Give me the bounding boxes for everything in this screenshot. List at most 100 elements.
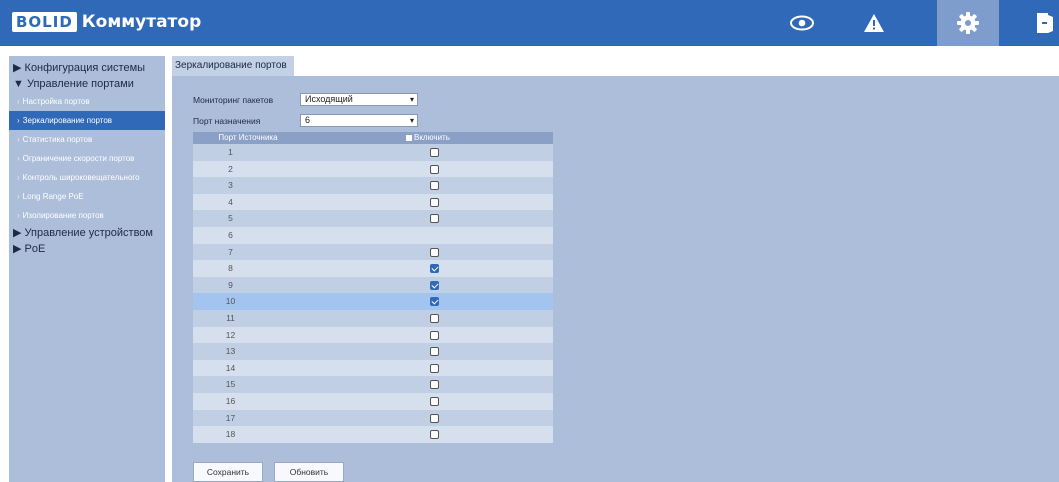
triangle-right-icon: ▶	[13, 243, 22, 255]
table-row: 12	[193, 326, 553, 344]
enable-checkbox[interactable]	[430, 297, 439, 307]
warning-icon[interactable]	[852, 0, 896, 46]
enable-checkbox[interactable]	[430, 148, 439, 157]
enable-checkbox[interactable]	[430, 181, 439, 191]
sidebar-item-port-settings[interactable]: › Настройка портов	[9, 92, 165, 111]
enable-checkbox[interactable]	[430, 313, 439, 323]
col-source-port: Порт Источника	[218, 133, 278, 142]
enable-checkbox[interactable]	[430, 164, 439, 174]
sidebar-item-port-isolation[interactable]: › Изолирование портов	[9, 206, 165, 225]
enable-checkbox	[430, 230, 439, 240]
table-row: 13	[193, 343, 553, 360]
enable-checkbox[interactable]	[430, 430, 439, 440]
mirror-table: Порт Источника Включить 1 2 3 4 5 6 7 8 9 10 11 12 1…	[193, 132, 553, 443]
table-row: 5	[193, 210, 553, 227]
monitoring-select-value: Исходящий	[305, 94, 353, 104]
nav-section-device-management[interactable]: ▶ Управление устройством	[9, 225, 165, 241]
chevron-right-icon: ›	[17, 173, 20, 182]
table-body: 1 2 3 4 5 6 7 8 9 10 11 12 13 14 15 16 17 18	[193, 144, 553, 443]
source-port-number: 14	[225, 362, 236, 373]
nav-section-system-config[interactable]: ▶ Конфигурация системы	[9, 60, 165, 76]
save-button[interactable]: Сохранить	[193, 462, 263, 482]
logo: BOLID Коммутатор	[12, 11, 201, 33]
table-row: 15	[193, 376, 553, 393]
enable-checkbox[interactable]	[430, 280, 439, 290]
source-port-number: 3	[228, 180, 233, 191]
top-bar: BOLID Коммутатор	[0, 0, 1059, 46]
source-port-number: 4	[228, 196, 233, 207]
enable-checkbox[interactable]	[430, 247, 439, 257]
sidebar-item-long-range-poe[interactable]: › Long Range PoE	[9, 187, 165, 206]
chevron-down-icon: ▾	[409, 95, 414, 104]
tab-port-mirroring[interactable]: Зеркалирование портов	[172, 56, 294, 76]
table-row: 2	[193, 160, 553, 178]
source-port-number: 17	[225, 412, 236, 423]
source-port-number: 7	[228, 246, 233, 257]
monitoring-label: Мониторинг пакетов	[193, 95, 274, 105]
sidebar-item-label: Настройка портов	[22, 97, 90, 106]
enable-checkbox[interactable]	[430, 214, 439, 224]
table-row: 16	[193, 392, 553, 410]
chevron-right-icon: ›	[17, 135, 20, 144]
enable-checkbox[interactable]	[430, 197, 439, 207]
enable-checkbox[interactable]	[430, 330, 439, 340]
nav-section-label: Управление портами	[26, 78, 134, 90]
enable-checkbox[interactable]	[430, 347, 439, 357]
sidebar-item-label: Ограничение скорости портов	[22, 154, 135, 163]
app-title: Коммутатор	[81, 12, 202, 32]
refresh-button[interactable]: Обновить	[274, 462, 344, 482]
chevron-right-icon: ›	[17, 211, 20, 220]
enable-checkbox[interactable]	[430, 396, 439, 406]
enable-checkbox[interactable]	[430, 413, 439, 423]
sidebar-item-label: Изолирование портов	[22, 211, 104, 220]
chevron-right-icon: ›	[17, 154, 20, 163]
nav-section-label: Управление устройством	[24, 227, 153, 239]
table-row: 8	[193, 260, 553, 277]
eye-icon[interactable]	[780, 0, 824, 46]
table-row: 9	[193, 276, 553, 294]
chevron-right-icon: ›	[17, 97, 20, 106]
table-row: 7	[193, 243, 553, 261]
chevron-right-icon: ›	[17, 192, 20, 201]
table-row: 14	[193, 359, 553, 377]
sidebar-item-label: Long Range PoE	[22, 192, 84, 201]
table-row: 18	[193, 426, 553, 443]
source-port-number: 10	[225, 296, 236, 307]
sidebar-item-port-statistics[interactable]: › Статистика портов	[9, 130, 165, 149]
triangle-down-icon: ▼	[13, 78, 24, 90]
chevron-down-icon: ▾	[409, 116, 414, 125]
triangle-right-icon: ▶	[13, 227, 22, 239]
source-port-number: 1	[228, 147, 233, 157]
sidebar-item-label: Зеркалирование портов	[22, 116, 113, 125]
source-port-number: 12	[225, 329, 236, 340]
nav-section-port-management[interactable]: ▼ Управление портами	[9, 76, 165, 92]
source-port-number: 8	[228, 263, 233, 274]
sidebar-item-port-mirroring[interactable]: › Зеркалирование портов	[9, 111, 165, 130]
table-row: 17	[193, 409, 553, 427]
sidebar: ▶ Конфигурация системы ▼ Управление порт…	[9, 56, 165, 482]
table-row: 1	[193, 144, 553, 161]
table-row: 3	[193, 177, 553, 194]
logo-mark: BOLID	[12, 12, 77, 32]
monitoring-select[interactable]: Исходящий ▾	[300, 93, 418, 106]
sidebar-item-label: Контроль широковещательного	[22, 173, 140, 182]
col-enable-label: Включить	[414, 133, 450, 142]
enable-checkbox[interactable]	[430, 380, 439, 390]
sidebar-item-label: Статистика портов	[22, 135, 93, 144]
source-port-number: 2	[228, 163, 233, 174]
enable-checkbox[interactable]	[430, 264, 439, 274]
dest-port-select[interactable]: 6 ▾	[300, 114, 418, 127]
table-row: 6	[193, 226, 553, 244]
sidebar-item-broadcast-control[interactable]: › Контроль широковещательного	[9, 168, 165, 187]
source-port-number: 16	[225, 395, 236, 406]
exit-icon[interactable]	[1028, 0, 1059, 46]
nav-section-poe[interactable]: ▶ PoE	[9, 241, 165, 257]
select-all-checkbox[interactable]	[406, 135, 412, 141]
gear-icon[interactable]	[937, 0, 999, 46]
enable-checkbox[interactable]	[430, 363, 439, 373]
nav-section-label: PoE	[24, 243, 46, 255]
sidebar-item-rate-limit[interactable]: › Ограничение скорости портов	[9, 149, 165, 168]
col-enable: Включить	[406, 132, 450, 144]
source-port-number: 18	[225, 429, 236, 440]
source-port-number: 6	[228, 229, 233, 240]
